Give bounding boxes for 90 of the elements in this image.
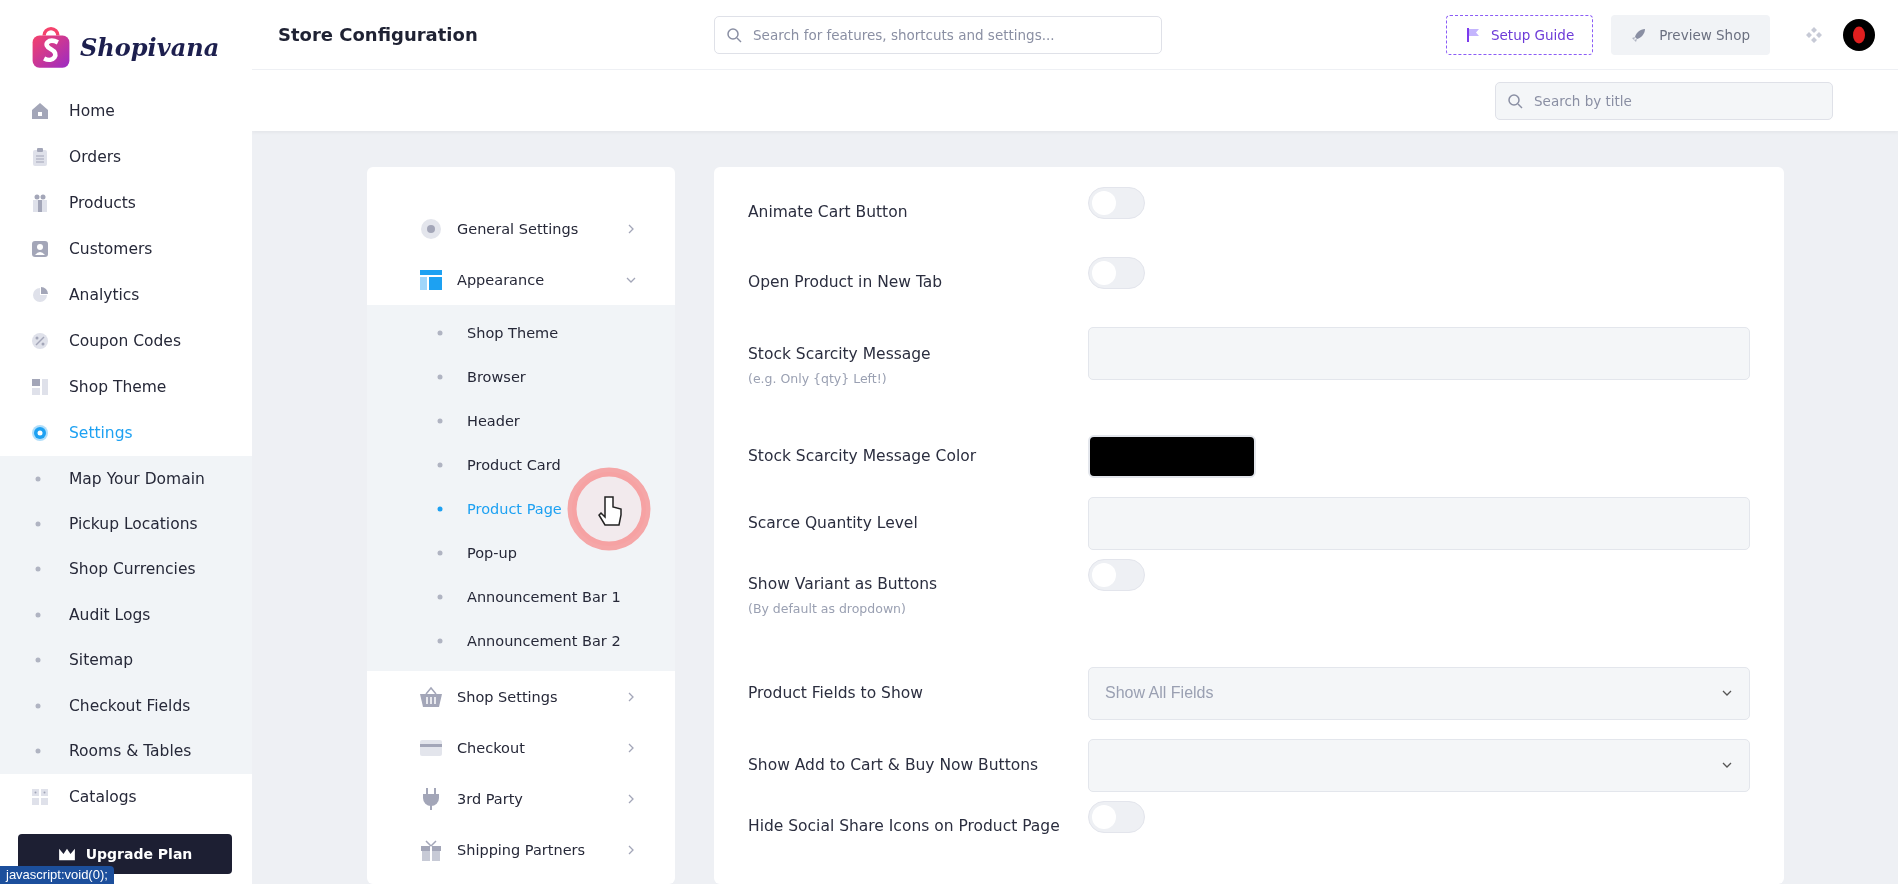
bullet-icon <box>437 506 443 512</box>
sidebar-subitem[interactable]: Pickup Locations <box>0 501 252 547</box>
sidebar-subitem[interactable]: Audit Logs <box>0 592 252 638</box>
sidebar-item[interactable]: Analytics <box>0 272 252 318</box>
settings-nav-subitem[interactable]: Announcement Bar 2 <box>367 619 675 663</box>
field-label: Product Fields to Show <box>748 684 924 702</box>
settings-nav-item[interactable]: General Settings <box>367 203 675 254</box>
bullet-icon <box>35 521 41 528</box>
grid-icon <box>30 786 50 807</box>
percent-icon <box>30 331 50 351</box>
flag-icon <box>1464 26 1481 43</box>
settings-nav-subitem[interactable]: Product Card <box>367 443 675 487</box>
settings-nav-subitem[interactable]: Header <box>367 399 675 443</box>
bullet-icon <box>35 475 41 482</box>
home-icon <box>30 101 50 121</box>
bullet-icon <box>437 550 443 556</box>
gift-icon <box>30 193 50 213</box>
bullet-icon <box>437 462 443 468</box>
bullet-icon <box>35 611 41 618</box>
bullet-icon <box>437 374 443 380</box>
layout-icon <box>30 377 50 397</box>
settings-nav-item[interactable]: 3rd Party <box>367 773 675 824</box>
logo-text: Shopivana <box>80 32 220 62</box>
bullet-icon <box>437 330 443 336</box>
settings-nav-item[interactable]: Shop Settings <box>367 671 675 722</box>
crown-icon <box>57 847 76 861</box>
settings-nav-subitem[interactable]: Shop Theme <box>367 311 675 355</box>
search-field[interactable]: Search for features, shortcuts and settings... <box>714 15 1162 54</box>
page-title: Store Configuration <box>278 24 479 45</box>
field-hint: (e.g. Only {qty} Left!) <box>748 371 888 386</box>
toggle-switch[interactable] <box>1088 801 1145 833</box>
field-label: Scarce Quantity Level <box>748 514 919 532</box>
bullet-icon <box>35 566 41 573</box>
select-dropdown[interactable] <box>1088 738 1750 792</box>
search-icon <box>726 26 742 43</box>
sidebar-subitem[interactable]: Map Your Domain <box>0 456 252 502</box>
search-field[interactable]: Search by title <box>1495 81 1833 120</box>
rocket-icon <box>1631 26 1648 43</box>
layout-icon <box>419 267 443 292</box>
toggle-switch[interactable] <box>1088 559 1145 591</box>
sidebar-item[interactable]: Customers <box>0 226 252 272</box>
field-label: Show Variant as Buttons <box>748 575 939 593</box>
pie-chart-icon <box>30 285 50 305</box>
basket-icon <box>419 684 443 709</box>
text-input[interactable] <box>1088 496 1750 550</box>
avatar-icon[interactable] <box>1842 17 1876 52</box>
apps-icon[interactable] <box>1804 24 1824 45</box>
toggle-switch[interactable] <box>1088 257 1145 289</box>
settings-icon <box>30 423 50 443</box>
field-label: Stock Scarcity Message Color <box>748 447 978 465</box>
bullet-icon <box>437 638 443 644</box>
settings-nav-subitem[interactable]: Pop-up <box>367 531 675 575</box>
sidebar-subitem[interactable]: Shop Currencies <box>0 546 252 593</box>
sidebar-subitem[interactable]: Checkout Fields <box>0 682 252 729</box>
gear-icon <box>419 216 443 241</box>
field-label: Open Product in New Tab <box>748 273 944 291</box>
field-label: Hide Social Share Icons on Product Page <box>748 817 1061 835</box>
user-icon <box>30 239 50 259</box>
bullet-icon <box>437 418 443 424</box>
sidebar-item[interactable]: Shop Theme <box>0 364 252 410</box>
settings-nav-subitem[interactable]: Announcement Bar 1 <box>367 575 675 619</box>
clipboard-icon <box>30 147 50 167</box>
settings-nav-item[interactable]: Checkout <box>367 722 675 773</box>
color-swatch[interactable] <box>1088 434 1256 478</box>
field-label: Animate Cart Button <box>748 203 909 221</box>
bullet-icon <box>35 657 41 664</box>
sidebar-subitem[interactable]: Sitemap <box>0 637 252 683</box>
settings-nav-item[interactable]: Appearance <box>367 254 675 305</box>
text-input[interactable] <box>1088 327 1750 380</box>
toggle-switch[interactable] <box>1088 187 1145 219</box>
field-hint: (By default as dropdown) <box>748 601 907 616</box>
field-label: Stock Scarcity Message <box>748 345 932 363</box>
sidebar-item[interactable]: Home <box>0 88 252 134</box>
sidebar-item[interactable]: Orders <box>0 134 252 180</box>
bullet-icon <box>35 748 41 755</box>
status-tooltip: javascript:void(0); <box>0 866 114 884</box>
preview-shop-button[interactable]: Preview Shop <box>1611 14 1770 55</box>
field-label: Show Add to Cart & Buy Now Buttons <box>748 756 1040 774</box>
bullet-icon <box>437 594 443 600</box>
search-icon <box>1507 92 1523 109</box>
settings-nav-subitem[interactable]: Browser <box>367 355 675 399</box>
sidebar-subitem[interactable]: Rooms & Tables <box>0 728 252 774</box>
sidebar-item[interactable]: Coupon Codes <box>0 318 252 364</box>
settings-nav-item[interactable]: Shipping Partners <box>367 824 675 875</box>
click-cursor-icon <box>567 467 651 551</box>
sidebar-item[interactable]: Catalogs <box>0 773 252 820</box>
bullet-icon <box>35 702 41 709</box>
gift-icon <box>419 837 443 862</box>
sidebar-item[interactable]: Products <box>0 180 252 226</box>
setup-guide-button[interactable]: Setup Guide <box>1445 14 1594 55</box>
